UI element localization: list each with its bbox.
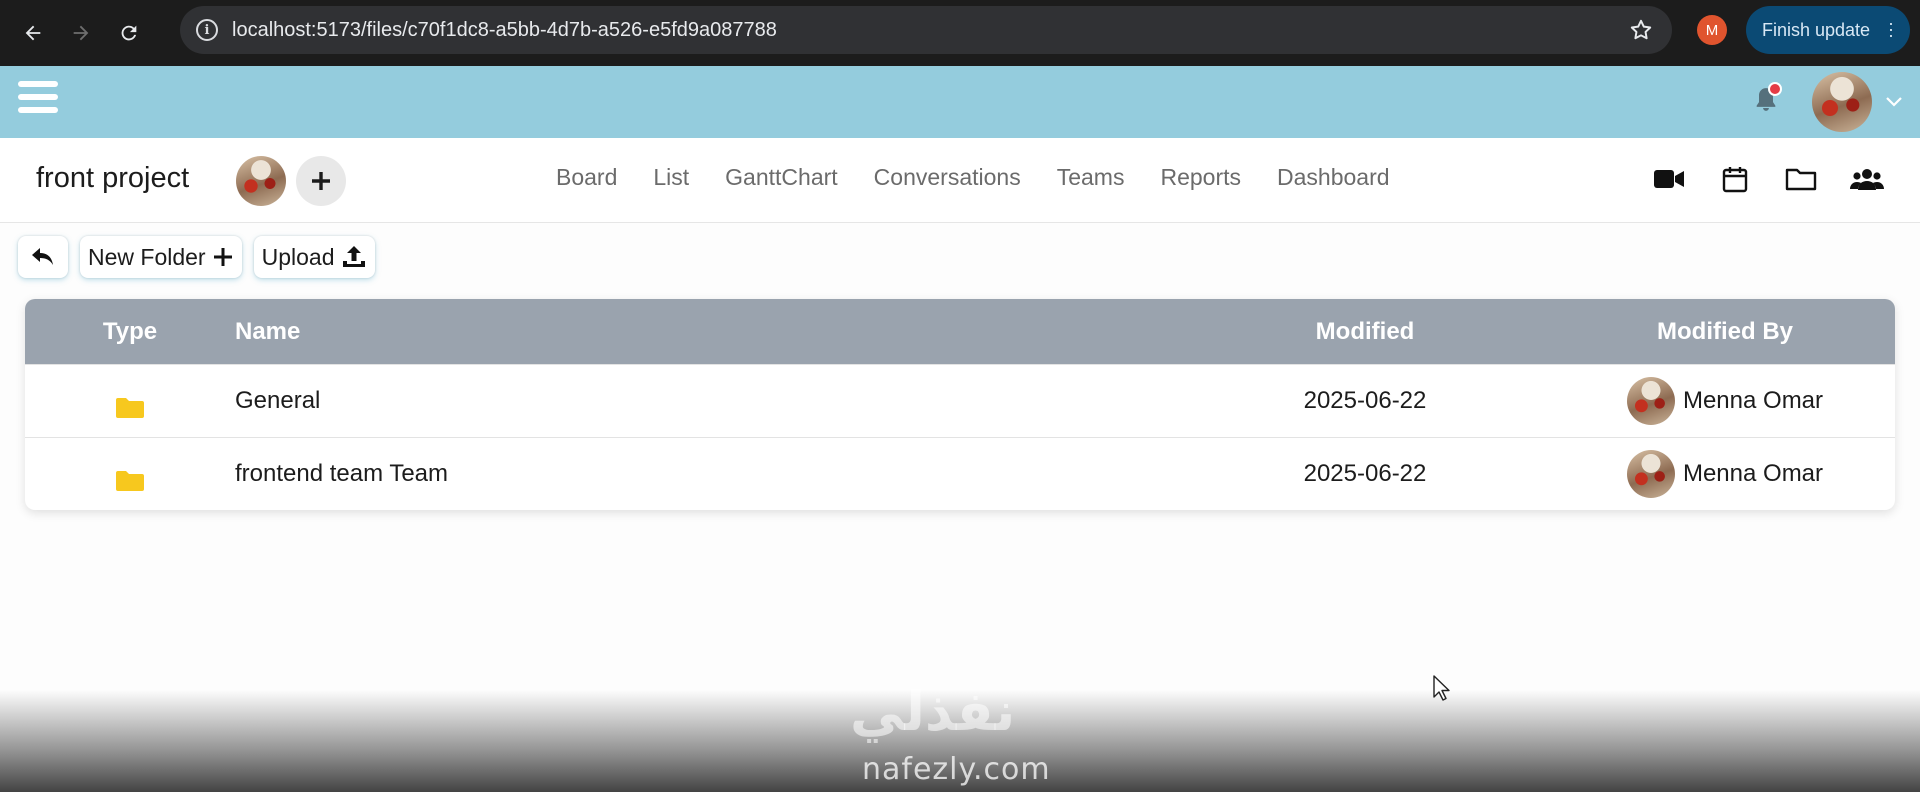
project-header: front project Board List GanttChart Conv… [0,138,1920,223]
watermark-url: nafezly.com [862,752,1051,787]
files-toolbar: New Folder Upload [18,236,375,278]
profile-avatar[interactable]: M [1697,15,1727,45]
tab-ganttchart[interactable]: GanttChart [725,164,838,191]
table-row[interactable]: General 2025-06-22 Menna Omar [25,364,1895,437]
tab-dashboard[interactable]: Dashboard [1277,164,1390,191]
new-folder-button[interactable]: New Folder [80,236,242,278]
avatar [1626,450,1675,498]
kebab-menu-icon[interactable]: · · · [1888,14,1894,44]
mouse-cursor-icon [1432,674,1452,707]
tab-reports[interactable]: Reports [1160,164,1241,191]
tab-teams[interactable]: Teams [1057,164,1125,191]
star-icon[interactable] [1628,17,1654,48]
project-actions [1652,164,1884,194]
info-icon[interactable]: i [196,19,218,41]
plus-icon [312,172,330,190]
modified-by: Menna Omar [1555,450,1895,498]
tab-conversations[interactable]: Conversations [874,164,1021,191]
browser-toolbar: i localhost:5173/files/c70f1dc8-a5bb-4d7… [0,0,1920,66]
modified-by: Menna Omar [1555,377,1895,425]
project-nav: Board List GanttChart Conversations Team… [556,164,1390,191]
plus-icon [212,246,234,268]
project-member-avatar[interactable] [236,156,286,206]
header-modified[interactable]: Modified [1175,318,1555,346]
address-bar[interactable]: i localhost:5173/files/c70f1dc8-a5bb-4d7… [180,6,1672,54]
back-arrow-icon[interactable] [16,16,50,50]
reply-arrow-icon [32,248,53,265]
modified-date: 2025-06-22 [1303,460,1427,487]
chevron-down-icon[interactable] [1884,94,1904,113]
modified-by-name: Menna Omar [1682,460,1824,487]
calendar-icon[interactable] [1718,164,1752,194]
url-text: localhost:5173/files/c70f1dc8-a5bb-4d7b-… [232,18,777,41]
upload-icon [341,244,367,270]
project-title: front project [36,162,190,194]
modified-by-name: Menna Omar [1682,387,1824,414]
folder-icon[interactable] [1784,164,1818,194]
modified-date: 2025-06-22 [1303,387,1427,414]
upload-button[interactable]: Upload [253,236,375,278]
new-folder-label: New Folder [88,243,206,270]
header-name[interactable]: Name [235,318,1175,346]
avatar [1626,377,1675,425]
video-icon[interactable] [1652,164,1686,194]
notification-dot [1768,82,1782,96]
watermark-logo: نفذلي [850,680,1016,743]
file-name[interactable]: frontend team Team [235,460,1175,488]
file-name[interactable]: General [235,387,1175,415]
tab-board[interactable]: Board [556,164,617,191]
add-member-button[interactable] [296,156,346,206]
back-button[interactable] [18,236,68,278]
finish-update-label: Finish update [1762,19,1871,40]
folder-icon [25,382,235,420]
users-icon[interactable] [1850,164,1884,194]
header-modified-by[interactable]: Modified By [1555,318,1895,346]
forward-arrow-icon[interactable] [64,16,98,50]
reload-icon[interactable] [112,16,146,50]
finish-update-button[interactable]: Finish update · · · [1746,6,1910,54]
upload-label: Upload [261,243,335,270]
folder-icon [25,455,235,493]
files-table: Type Name Modified Modified By General 2… [25,299,1895,510]
header-type[interactable]: Type [25,318,235,346]
table-row[interactable]: frontend team Team 2025-06-22 Menna Omar [25,437,1895,510]
tab-list[interactable]: List [653,164,689,191]
app-header [0,66,1920,138]
user-avatar[interactable] [1812,72,1872,132]
hamburger-icon[interactable] [18,81,58,117]
table-header: Type Name Modified Modified By [25,299,1895,364]
